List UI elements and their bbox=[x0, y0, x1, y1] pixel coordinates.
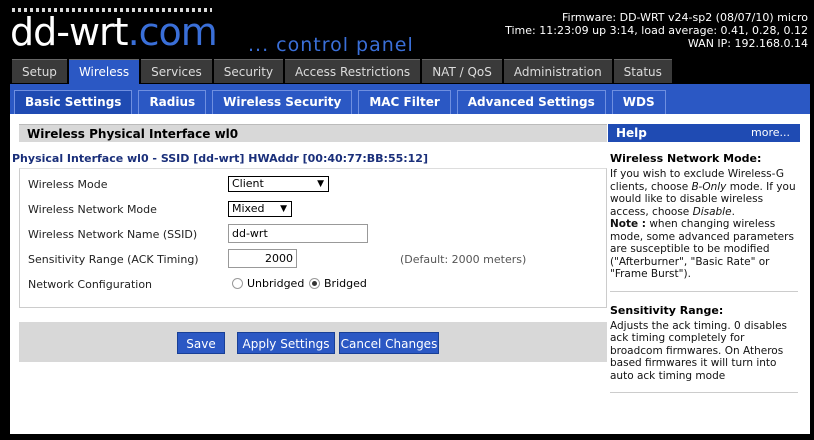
uptime-load: Time: 11:23:09 up 3:14, load average: 0.… bbox=[505, 24, 808, 37]
subtab-advanced-settings[interactable]: Advanced Settings bbox=[456, 90, 606, 114]
cancel-changes-button[interactable]: Cancel Changes bbox=[339, 332, 439, 354]
button-bar: Save Apply Settings Cancel Changes bbox=[19, 322, 607, 362]
help-text: . bbox=[731, 205, 735, 218]
help-more-link[interactable]: more... bbox=[751, 124, 790, 142]
tab-wireless[interactable]: Wireless bbox=[68, 59, 140, 85]
logo-main-text: dd-wrt bbox=[10, 10, 129, 54]
tab-security[interactable]: Security bbox=[213, 59, 284, 83]
subtab-radius[interactable]: Radius bbox=[138, 90, 207, 114]
help-divider bbox=[610, 290, 798, 292]
interface-title: Physical Interface wl0 - SSID [dd-wrt] H… bbox=[12, 152, 428, 165]
netconfig-label: Network Configuration bbox=[28, 278, 153, 291]
help-section-body: If you wish to exclude Wireless-G client… bbox=[610, 168, 798, 281]
header: dd-wrt.com ... control panel Firmware: D… bbox=[0, 0, 814, 58]
sub-tabs: Basic Settings Radius Wireless Security … bbox=[14, 90, 666, 114]
subtab-basic-settings[interactable]: Basic Settings bbox=[14, 90, 133, 114]
bridged-radio[interactable] bbox=[309, 278, 320, 289]
unbridged-label: Unbridged bbox=[247, 277, 305, 290]
chevron-down-icon: ▼ bbox=[280, 204, 287, 214]
save-button[interactable]: Save bbox=[177, 332, 225, 354]
help-divider bbox=[610, 392, 798, 393]
help-emphasis: Disable bbox=[692, 205, 732, 218]
help-section-title: Wireless Network Mode: bbox=[610, 152, 762, 165]
subtab-wireless-security[interactable]: Wireless Security bbox=[212, 90, 353, 114]
subtab-wds[interactable]: WDS bbox=[611, 90, 666, 114]
help-title: Help bbox=[616, 126, 647, 140]
help-header: Help more... bbox=[608, 124, 800, 142]
tab-nat-qos[interactable]: NAT / QoS bbox=[422, 59, 502, 83]
tab-access-restrictions[interactable]: Access Restrictions bbox=[285, 59, 421, 83]
content-area: Wireless Physical Interface wl0 Physical… bbox=[10, 114, 810, 434]
ssid-label: Wireless Network Name (SSID) bbox=[28, 228, 198, 241]
logo: dd-wrt.com bbox=[10, 10, 218, 54]
logo-suffix-text: .com bbox=[127, 10, 218, 54]
wireless-mode-value: Client bbox=[232, 177, 264, 190]
bridged-label: Bridged bbox=[324, 277, 367, 290]
tab-setup[interactable]: Setup bbox=[12, 59, 67, 83]
apply-settings-button[interactable]: Apply Settings bbox=[237, 332, 335, 354]
help-note-label: Note : bbox=[610, 218, 646, 230]
tagline: ... control panel bbox=[248, 34, 414, 56]
chevron-down-icon: ▼ bbox=[317, 179, 324, 189]
firmware-info: Firmware: DD-WRT v24-sp2 (08/07/10) micr… bbox=[505, 11, 808, 50]
help-section-title: Sensitivity Range: bbox=[610, 303, 724, 317]
wireless-mode-label: Wireless Mode bbox=[28, 178, 108, 191]
sensitivity-label: Sensitivity Range (ACK Timing) bbox=[28, 253, 199, 266]
main-tabs: Setup Wireless Services Security Access … bbox=[12, 59, 672, 85]
wireless-mode-select[interactable]: Client ▼ bbox=[228, 176, 329, 192]
network-mode-select[interactable]: Mixed ▼ bbox=[228, 201, 292, 217]
netconfig-bridged[interactable]: Bridged bbox=[309, 277, 367, 290]
interface-fieldset: Wireless Mode Client ▼ Wireless Network … bbox=[19, 168, 607, 308]
tab-status[interactable]: Status bbox=[613, 59, 672, 83]
ssid-input[interactable]: dd-wrt bbox=[228, 224, 368, 243]
help-section-sensitivity: Sensitivity Range: Adjusts the ack timin… bbox=[608, 303, 800, 393]
help-section-body: Adjusts the ack timing. 0 disables ack t… bbox=[610, 319, 788, 382]
firmware-version: Firmware: DD-WRT v24-sp2 (08/07/10) micr… bbox=[561, 11, 808, 24]
network-mode-label: Wireless Network Mode bbox=[28, 203, 157, 216]
subtab-mac-filter[interactable]: MAC Filter bbox=[358, 90, 451, 114]
section-title: Wireless Physical Interface wl0 bbox=[19, 124, 607, 142]
netconfig-unbridged[interactable]: Unbridged bbox=[232, 277, 304, 290]
help-emphasis: B-Only bbox=[691, 180, 727, 193]
sensitivity-hint: (Default: 2000 meters) bbox=[400, 253, 527, 266]
wan-ip: WAN IP: 192.168.0.14 bbox=[687, 37, 808, 50]
help-section-network-mode: Wireless Network Mode: If you wish to ex… bbox=[608, 152, 800, 292]
help-panel: Help more... Wireless Network Mode: If y… bbox=[608, 124, 800, 393]
tab-services[interactable]: Services bbox=[141, 59, 212, 83]
sensitivity-input[interactable]: 2000 bbox=[228, 249, 297, 268]
tab-administration[interactable]: Administration bbox=[503, 59, 612, 83]
unbridged-radio[interactable] bbox=[232, 278, 243, 289]
network-mode-value: Mixed bbox=[232, 202, 265, 215]
